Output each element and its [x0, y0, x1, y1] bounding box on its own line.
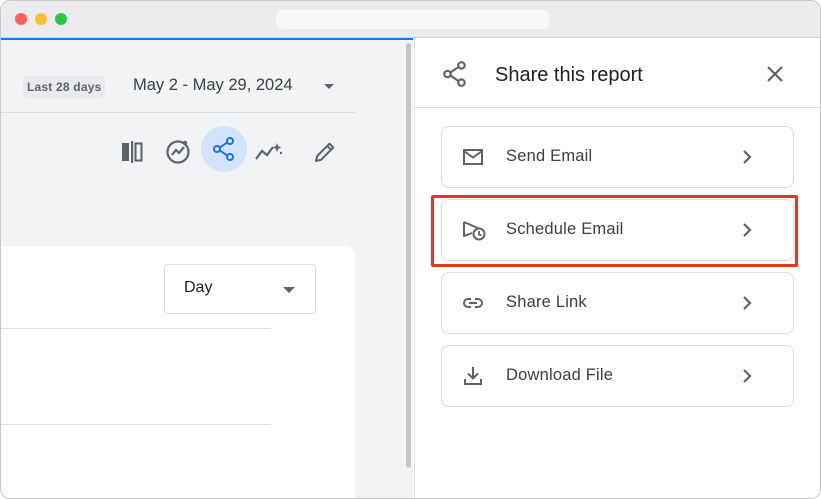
option-label: Download File [506, 366, 614, 384]
close-window-button[interactable] [15, 13, 27, 25]
highlight-box [431, 195, 798, 267]
chevron-right-icon [743, 369, 752, 383]
chevron-right-icon [743, 150, 752, 164]
download-icon [464, 367, 482, 385]
share-button[interactable] [201, 126, 247, 172]
browser-window: Last 28 days May 2 - May 29, 2024 Day Sh… [0, 0, 821, 499]
date-range-text: May 2 - May 29, 2024 [133, 76, 293, 94]
report-area: Last 28 days May 2 - May 29, 2024 Day [1, 40, 413, 498]
chevron-down-icon [283, 287, 295, 293]
granularity-value: Day [184, 279, 213, 296]
option-label: Send Email [506, 147, 593, 165]
explore-icon [255, 143, 283, 160]
chevron-down-icon[interactable] [324, 84, 334, 89]
download-file-option[interactable]: Download File [441, 345, 794, 407]
share-panel-header: Share this report [415, 38, 820, 108]
compare-icon [122, 141, 143, 163]
scrollbar-thumb[interactable] [406, 43, 411, 468]
date-preset-chip: Last 28 days [23, 76, 106, 98]
minimize-window-button[interactable] [35, 13, 47, 25]
share-options-list: Send Email Schedule Email Share Link Dow… [415, 108, 820, 498]
chart-card: Day [1, 246, 355, 498]
share-panel: Share this report Send Email Schedule Em… [414, 38, 820, 498]
divider [1, 328, 271, 329]
divider [1, 424, 271, 425]
send-email-option[interactable]: Send Email [441, 126, 794, 188]
date-range-bar[interactable]: Last 28 days May 2 - May 29, 2024 [1, 40, 355, 113]
insights-button[interactable] [156, 132, 200, 172]
share-icon [213, 137, 234, 161]
mail-icon [463, 149, 483, 165]
maximize-window-button[interactable] [55, 13, 67, 25]
explore-button[interactable] [247, 132, 291, 172]
chevron-right-icon [743, 296, 752, 310]
close-icon[interactable] [763, 62, 787, 86]
edit-button[interactable] [303, 132, 347, 172]
address-bar[interactable] [276, 10, 549, 29]
panel-title: Share this report [495, 64, 643, 86]
granularity-select[interactable]: Day [164, 264, 316, 314]
option-label: Share Link [506, 293, 587, 311]
link-icon [463, 298, 483, 308]
edit-icon [315, 142, 335, 162]
title-bar [1, 1, 820, 38]
compare-button[interactable] [111, 132, 155, 172]
insights-icon [166, 140, 190, 164]
share-icon [443, 61, 466, 87]
share-link-option[interactable]: Share Link [441, 272, 794, 334]
